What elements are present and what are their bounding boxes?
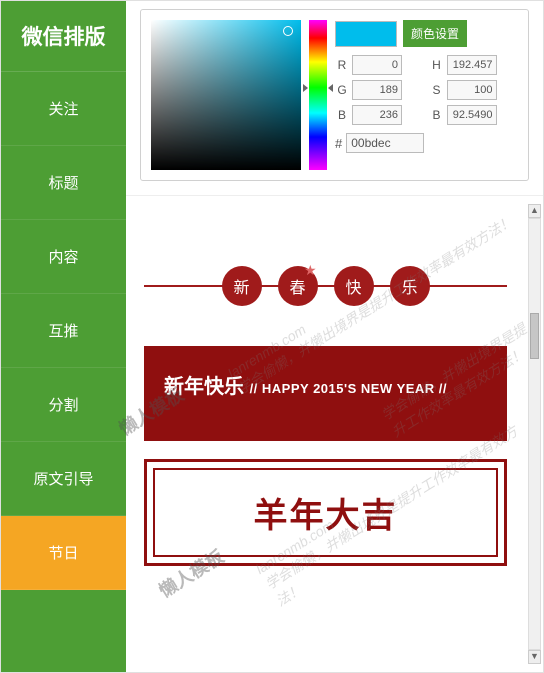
block-subtitle: // HAPPY 2015'S NEW YEAR // — [250, 381, 447, 396]
sidebar-item-content[interactable]: 内容 — [1, 220, 126, 294]
hex-label: # — [335, 136, 342, 151]
r-label: R — [335, 58, 349, 72]
sidebar-item-festival[interactable]: 节日 — [1, 516, 126, 590]
s-input[interactable] — [447, 80, 497, 100]
b-label: B — [335, 108, 349, 122]
template-circles-divider[interactable]: 新 春 快 乐 — [144, 266, 507, 306]
saturation-value-area[interactable] — [151, 20, 301, 170]
template-red-block[interactable]: 新年快乐 // HAPPY 2015'S NEW YEAR // — [144, 346, 507, 441]
template-red-border[interactable]: 羊年大吉 — [144, 459, 507, 566]
b-input[interactable] — [352, 105, 402, 125]
color-set-button[interactable]: 颜色设置 — [403, 20, 467, 47]
br-input[interactable] — [447, 105, 497, 125]
circle-char: 快 — [334, 266, 374, 306]
main-panel: 颜色设置 R H G S B B # — [126, 1, 543, 672]
color-picker: 颜色设置 R H G S B B # — [140, 9, 529, 181]
sidebar: 微信排版 关注 标题 内容 互推 分割 原文引导 节日 — [1, 1, 126, 672]
sidebar-item-title[interactable]: 标题 — [1, 146, 126, 220]
scrollbar-track[interactable] — [528, 218, 541, 650]
sidebar-item-readmore[interactable]: 原文引导 — [1, 442, 126, 516]
h-label: H — [430, 58, 444, 72]
scroll-down-button[interactable]: ▼ — [528, 650, 541, 664]
star-icon: ★ — [304, 262, 317, 279]
circle-char: 新 — [222, 266, 262, 306]
scrollbar-thumb[interactable] — [530, 313, 539, 359]
h-input[interactable] — [447, 55, 497, 75]
sidebar-item-follow[interactable]: 关注 — [1, 72, 126, 146]
template-list-area: 新 春 快 乐 新年快乐 // HAPPY 2015'S NEW YEAR //… — [126, 195, 543, 672]
sidebar-item-exchange[interactable]: 互推 — [1, 294, 126, 368]
app-title: 微信排版 — [1, 1, 126, 72]
block-title: 新年快乐 — [164, 376, 244, 398]
sidebar-item-divider[interactable]: 分割 — [1, 368, 126, 442]
scrollbar: ▲ ▼ — [528, 204, 541, 664]
block-big-text: 羊年大吉 — [165, 488, 486, 537]
hue-slider[interactable] — [309, 20, 327, 170]
s-label: S — [430, 83, 444, 97]
color-preview-swatch — [335, 21, 397, 47]
br-label: B — [430, 108, 444, 122]
g-input[interactable] — [352, 80, 402, 100]
hex-input[interactable] — [346, 133, 424, 153]
scroll-up-button[interactable]: ▲ — [528, 204, 541, 218]
r-input[interactable] — [352, 55, 402, 75]
g-label: G — [335, 83, 349, 97]
circle-char: 乐 — [390, 266, 430, 306]
